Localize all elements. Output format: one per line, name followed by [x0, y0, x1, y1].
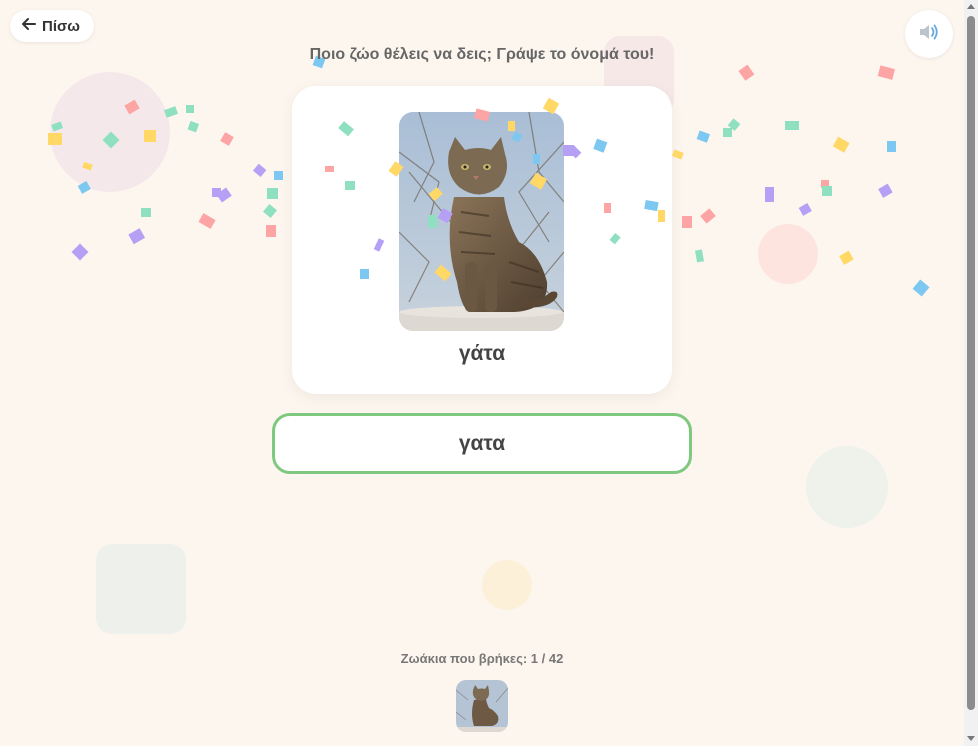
page-prompt: Ποιο ζώο θέλεις να δεις; Γράψε το όνομά … — [309, 46, 655, 63]
scrollbar-thumb[interactable] — [967, 16, 975, 710]
speaker-icon — [918, 22, 940, 47]
decor-circle — [50, 72, 170, 192]
animal-name-input[interactable] — [272, 413, 692, 474]
animal-card: γάτα — [292, 86, 672, 394]
found-animal-thumbnail[interactable] — [456, 680, 508, 732]
decor-circle — [482, 560, 532, 610]
scroll-down-icon[interactable] — [967, 736, 975, 741]
decor-circle — [806, 446, 888, 528]
back-label: Πίσω — [42, 17, 80, 35]
scrollbar[interactable] — [964, 0, 978, 746]
animal-name: γάτα — [458, 342, 506, 365]
decor-rounded-square — [96, 544, 186, 634]
cat-photo — [399, 112, 564, 331]
back-button[interactable]: Πίσω — [10, 10, 94, 42]
found-counter: Ζωάκια που βρήκες: 1 / 42 — [400, 651, 564, 666]
decor-circle — [758, 224, 818, 284]
scroll-up-icon[interactable] — [967, 4, 975, 9]
arrow-left-icon — [22, 17, 36, 35]
